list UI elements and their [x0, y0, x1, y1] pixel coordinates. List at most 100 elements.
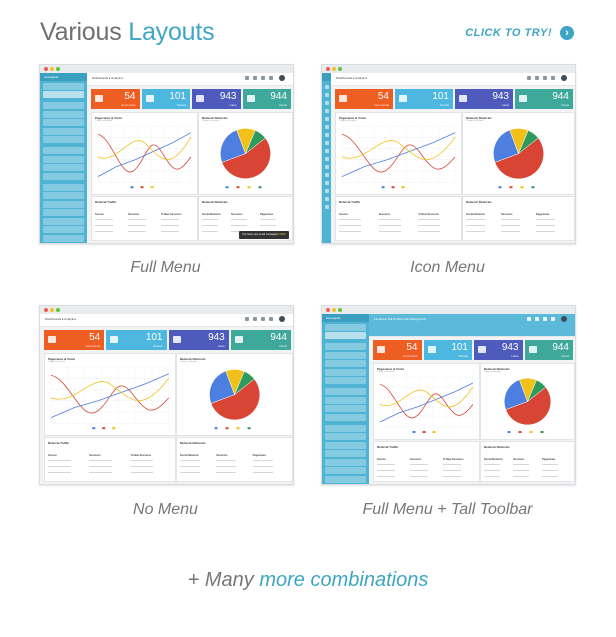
breadcrumb[interactable]: Dashboards ▸ Analytics — [92, 76, 123, 80]
share-icon[interactable] — [261, 317, 265, 321]
layout-thumb-icon-menu[interactable]: Dashboards ▸ Analytics 54 Comments 101 Tweet… — [321, 64, 576, 244]
sidebar-item[interactable] — [43, 102, 84, 109]
sidebar-item[interactable] — [325, 424, 366, 432]
link-icon[interactable] — [551, 317, 555, 321]
chat-icon[interactable] — [253, 76, 257, 80]
stat-tile[interactable]: 943 Likes — [474, 340, 523, 360]
share-icon[interactable] — [543, 317, 547, 321]
sidebar-item[interactable] — [43, 200, 84, 208]
sidebar-item[interactable] — [43, 136, 84, 143]
close-dot[interactable] — [44, 67, 48, 71]
stat-tile[interactable]: 54 Comments — [44, 330, 105, 350]
breadcrumb[interactable]: Dashboards ▸ Analytics — [45, 317, 76, 321]
maximize-dot[interactable] — [338, 67, 342, 71]
chat-icon[interactable] — [253, 317, 257, 321]
sidebar-icon[interactable] — [324, 189, 329, 193]
user-avatar[interactable] — [561, 75, 567, 81]
bell-icon[interactable] — [527, 317, 531, 321]
sidebar-icon[interactable] — [324, 117, 329, 121]
sidebar-item[interactable] — [43, 147, 84, 154]
stat-tile[interactable]: 944 Views — [242, 89, 291, 109]
more-combinations-link[interactable]: more combinations — [259, 569, 428, 591]
stat-tile[interactable]: 944 Views — [515, 89, 573, 109]
stat-tile[interactable]: 944 Views — [524, 340, 573, 360]
sidebar-item[interactable] — [325, 351, 366, 359]
sidebar-icon[interactable] — [324, 149, 329, 153]
link-icon[interactable] — [551, 76, 555, 80]
minimize-dot[interactable] — [332, 67, 336, 71]
toast-action[interactable]: VIEW — [279, 233, 286, 236]
sidebar-item[interactable] — [325, 450, 366, 457]
sidebar-item[interactable] — [325, 368, 366, 376]
stat-tile[interactable]: 101 Tweets — [395, 89, 453, 109]
share-icon[interactable] — [543, 76, 547, 80]
link-icon[interactable] — [269, 317, 273, 321]
stat-tile[interactable]: 943 Likes — [168, 330, 229, 350]
minimize-dot[interactable] — [50, 308, 54, 312]
sidebar-item[interactable] — [325, 343, 366, 350]
bell-icon[interactable] — [527, 76, 531, 80]
layout-thumb-full-menu[interactable]: Averagular Dashboards ▸ Analytics 54 Commen… — [39, 64, 294, 244]
click-to-try-link[interactable]: CLICK TO TRY! › — [465, 26, 574, 40]
breadcrumb[interactable]: Dashboards ▸ Analytics — [336, 76, 367, 80]
sidebar-item[interactable] — [325, 332, 366, 339]
sidebar-icon[interactable] — [324, 197, 329, 201]
sidebar-item[interactable] — [43, 183, 84, 191]
sidebar-item[interactable] — [325, 433, 366, 440]
sidebar-icon[interactable] — [324, 125, 329, 129]
maximize-dot[interactable] — [56, 67, 60, 71]
sidebar-item[interactable] — [43, 234, 84, 242]
minimize-dot[interactable] — [50, 67, 54, 71]
sidebar-item[interactable] — [325, 323, 366, 331]
close-dot[interactable] — [326, 308, 330, 312]
sidebar-item[interactable] — [43, 119, 84, 126]
stat-tile[interactable]: 54 Comments — [91, 89, 140, 109]
close-dot[interactable] — [44, 308, 48, 312]
sidebar-item[interactable] — [325, 405, 366, 412]
close-dot[interactable] — [326, 67, 330, 71]
sidebar-item[interactable] — [43, 192, 84, 199]
sidebar-item[interactable] — [325, 475, 366, 483]
breadcrumb[interactable]: Layouts ▸ Tall Toolbar with background — [374, 317, 425, 321]
sidebar-icon[interactable] — [324, 133, 329, 137]
sidebar-icon[interactable] — [324, 205, 329, 209]
bell-icon[interactable] — [245, 317, 249, 321]
sidebar-item[interactable] — [43, 164, 84, 171]
stat-tile[interactable]: 944 Views — [230, 330, 291, 350]
stat-tile[interactable]: 101 Tweets — [106, 330, 167, 350]
sidebar-item[interactable] — [43, 127, 84, 135]
sidebar-icon[interactable] — [324, 93, 329, 97]
sidebar-icon[interactable] — [324, 173, 329, 177]
sidebar-icon[interactable] — [324, 85, 329, 89]
sidebar-item[interactable] — [325, 467, 366, 474]
sidebar-item[interactable] — [43, 110, 84, 118]
stat-tile[interactable]: 101 Tweets — [141, 89, 190, 109]
sidebar-item[interactable] — [43, 172, 84, 180]
stat-tile[interactable]: 54 Comments — [373, 340, 422, 360]
sidebar-item[interactable] — [43, 226, 84, 233]
sidebar-icon[interactable] — [324, 109, 329, 113]
stat-tile[interactable]: 101 Tweets — [423, 340, 472, 360]
sidebar-item[interactable] — [43, 217, 84, 225]
sidebar-item[interactable] — [43, 91, 84, 98]
bell-icon[interactable] — [245, 76, 249, 80]
chat-icon[interactable] — [535, 76, 539, 80]
sidebar-item[interactable] — [43, 82, 84, 90]
link-icon[interactable] — [269, 76, 273, 80]
sidebar-item[interactable] — [325, 441, 366, 449]
sidebar-icon[interactable] — [324, 181, 329, 185]
user-avatar[interactable] — [279, 316, 285, 322]
user-avatar[interactable] — [561, 316, 567, 322]
sidebar-item[interactable] — [325, 458, 366, 466]
layout-thumb-no-menu[interactable]: Dashboards ▸ Analytics 54 Comments 101 Tweet… — [39, 305, 294, 485]
sidebar-icon[interactable] — [324, 157, 329, 161]
stat-tile[interactable]: 943 Likes — [192, 89, 241, 109]
sidebar-item[interactable] — [43, 155, 84, 163]
sidebar-item[interactable] — [325, 396, 366, 404]
user-avatar[interactable] — [279, 75, 285, 81]
stat-tile[interactable]: 54 Comments — [335, 89, 393, 109]
sidebar-item[interactable] — [325, 413, 366, 421]
maximize-dot[interactable] — [338, 308, 342, 312]
minimize-dot[interactable] — [332, 308, 336, 312]
sidebar-item[interactable] — [325, 377, 366, 384]
